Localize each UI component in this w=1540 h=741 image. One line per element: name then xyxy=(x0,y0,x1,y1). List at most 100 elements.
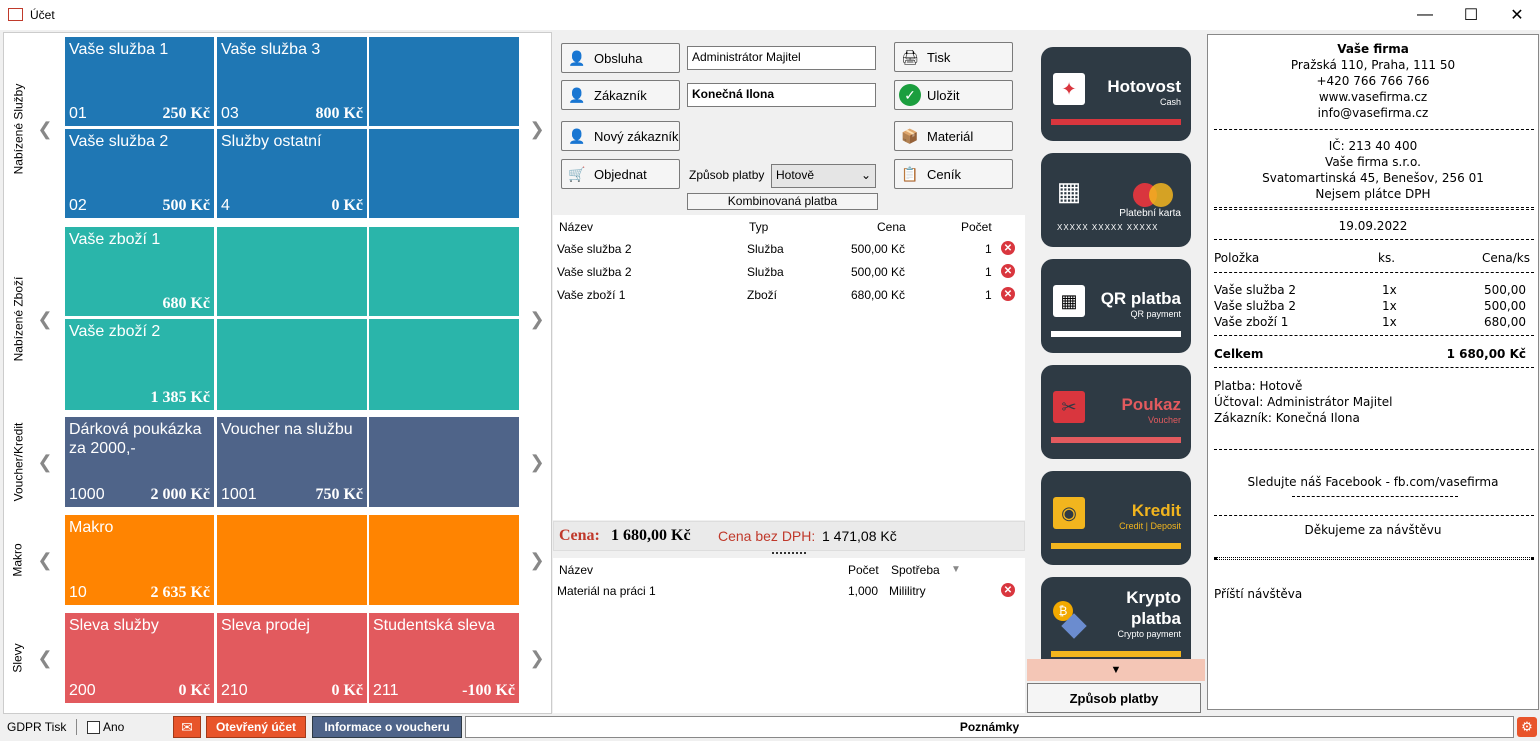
tile-student-discount[interactable]: Studentská sleva 211 -100 Kč xyxy=(369,613,519,703)
tile-service-3[interactable]: Vaše služba 3 03 800 Kč xyxy=(217,37,367,126)
chevron-down-icon: ⌄ xyxy=(860,168,871,182)
app-icon xyxy=(8,8,23,21)
payment-credit[interactable]: ◉ Kredit Credit | Deposit xyxy=(1041,471,1191,565)
receipt-total-label: Celkem xyxy=(1214,347,1264,361)
new-customer-label: Nový zákazník xyxy=(594,128,679,144)
pricelist-icon: 📋 xyxy=(901,165,919,182)
tile-service-1[interactable]: Vaše služba 1 01 250 Kč xyxy=(65,37,214,126)
receipt-col-qty: ks. xyxy=(1378,251,1396,265)
minimize-icon[interactable]: — xyxy=(1402,0,1448,30)
col-header-qty[interactable]: Počet xyxy=(961,220,992,234)
delete-icon[interactable]: ✕ xyxy=(1001,583,1015,597)
arrow-right-icon[interactable]: ❯ xyxy=(524,37,550,221)
email-icon[interactable]: ✉ xyxy=(173,716,201,738)
tile-name: Vaše služba 2 xyxy=(69,133,169,150)
gdpr-checkbox[interactable] xyxy=(87,721,100,734)
print-button-label: Tisk xyxy=(927,49,951,65)
tile-empty[interactable] xyxy=(369,129,519,218)
tile-empty[interactable] xyxy=(369,515,519,605)
add-user-icon: 👤 xyxy=(568,127,586,144)
arrow-left-icon[interactable]: ❮ xyxy=(32,515,58,605)
tile-empty[interactable] xyxy=(369,319,519,410)
payment-method-label: Způsob platby xyxy=(689,168,765,182)
accent-bar xyxy=(1051,437,1181,443)
customer-button[interactable]: 👤 Zákazník xyxy=(561,80,680,110)
tile-service-voucher[interactable]: Voucher na službu 1001 750 Kč xyxy=(217,417,367,507)
customer-field[interactable]: Konečná Ilona xyxy=(687,83,876,107)
col-header-price[interactable]: Cena xyxy=(877,220,906,234)
table-row[interactable]: Vaše zboží 1 Zboží 680,00 Kč 1 ✕ xyxy=(553,287,1025,309)
tile-empty[interactable] xyxy=(369,417,519,507)
payment-voucher[interactable]: ✂ Poukaz Voucher xyxy=(1041,365,1191,459)
staff-field[interactable]: Administrátor Majitel xyxy=(687,46,876,70)
order-button[interactable]: 🛒 Objednat xyxy=(561,159,680,189)
col-header-type[interactable]: Typ xyxy=(749,220,768,234)
tile-service-2[interactable]: Vaše služba 2 02 500 Kč xyxy=(65,129,214,218)
items-table: Název Typ Cena Počet Vaše služba 2 Služb… xyxy=(553,215,1025,520)
arrow-left-icon[interactable]: ❮ xyxy=(32,417,58,507)
new-customer-button[interactable]: 👤 Nový zákazník xyxy=(561,121,680,151)
receipt-preview: Vaše firma Pražská 110, Praha, 111 50 +4… xyxy=(1207,34,1539,710)
col-header-name[interactable]: Název xyxy=(559,563,593,577)
close-icon[interactable]: ✕ xyxy=(1494,0,1540,30)
save-button[interactable]: ✓ Uložit xyxy=(894,80,1013,110)
table-row[interactable]: Vaše služba 2 Služba 500,00 Kč 1 ✕ xyxy=(553,241,1025,263)
tile-name: Sleva služby xyxy=(69,617,159,634)
payment-label: Poukaz xyxy=(1121,395,1181,414)
tile-price: 250 Kč xyxy=(162,105,210,122)
gear-icon[interactable]: ⚙ xyxy=(1517,717,1537,737)
arrow-right-icon[interactable]: ❯ xyxy=(524,613,550,703)
sort-icon[interactable]: ▼ xyxy=(951,564,961,575)
scroll-down-icon[interactable]: ▼ xyxy=(1027,659,1205,681)
payment-crypto[interactable]: ₿ Krypto platba Crypto payment xyxy=(1041,577,1191,659)
table-row[interactable]: Vaše služba 2 Služba 500,00 Kč 1 ✕ xyxy=(553,264,1025,286)
tile-goods-2[interactable]: Vaše zboží 2 1 385 Kč xyxy=(65,319,214,410)
payment-cash[interactable]: ✦ Hotovost Cash xyxy=(1041,47,1191,141)
cart-icon: 🛒 xyxy=(568,165,586,182)
maximize-icon[interactable]: ☐ xyxy=(1448,0,1494,30)
tile-code: 211 xyxy=(373,682,399,699)
tile-gift-voucher[interactable]: Dárková poukázka za 2000,- 1000 2 000 Kč xyxy=(65,417,214,507)
voucher-info-button[interactable]: Informace o voucheru xyxy=(312,716,462,738)
delete-icon[interactable]: ✕ xyxy=(1001,287,1015,301)
splitter-handle[interactable] xyxy=(772,552,806,554)
accent-bar xyxy=(1051,119,1181,125)
tile-service-discount[interactable]: Sleva služby 200 0 Kč xyxy=(65,613,214,703)
tile-empty[interactable] xyxy=(217,319,367,410)
staff-button[interactable]: 👤 Obsluha xyxy=(561,43,680,73)
receipt-line-price: 680,00 xyxy=(1484,315,1526,329)
delete-icon[interactable]: ✕ xyxy=(1001,241,1015,255)
tile-code: 02 xyxy=(69,197,87,214)
tile-other-services[interactable]: Služby ostatní 4 0 Kč xyxy=(217,129,367,218)
payment-qr[interactable]: ▦ QR platba QR payment xyxy=(1041,259,1191,353)
arrow-left-icon[interactable]: ❮ xyxy=(32,613,58,703)
table-row[interactable]: Materiál na práci 1 1,000 Mililitry ✕ xyxy=(553,582,1025,604)
open-account-button[interactable]: Otevřený účet xyxy=(206,716,306,738)
delete-icon[interactable]: ✕ xyxy=(1001,264,1015,278)
tile-empty[interactable] xyxy=(369,227,519,316)
col-header-consumption[interactable]: Spotřeba xyxy=(891,563,940,577)
arrow-left-icon[interactable]: ❮ xyxy=(32,227,58,411)
save-button-label: Uložit xyxy=(927,87,960,103)
arrow-right-icon[interactable]: ❯ xyxy=(524,227,550,411)
notes-field[interactable]: Poznámky xyxy=(465,716,1514,738)
print-button[interactable]: 🖨 Tisk xyxy=(894,42,1013,72)
combined-payment-button[interactable]: Kombinovaná platba xyxy=(687,193,878,210)
arrow-right-icon[interactable]: ❯ xyxy=(524,417,550,507)
arrow-left-icon[interactable]: ❮ xyxy=(32,37,58,221)
tile-empty[interactable] xyxy=(217,227,367,316)
arrow-right-icon[interactable]: ❯ xyxy=(524,515,550,605)
pricelist-button[interactable]: 📋 Ceník xyxy=(894,159,1013,189)
col-header-name[interactable]: Název xyxy=(559,220,593,234)
col-header-qty[interactable]: Počet xyxy=(848,563,879,577)
payment-card[interactable]: ▦ Platební karta XXXXX XXXXX XXXXX xyxy=(1041,153,1191,247)
cell-qty: 1 xyxy=(985,242,992,256)
payment-method-select[interactable]: Hotově ⌄ xyxy=(771,164,876,188)
material-button[interactable]: 📦 Materiál xyxy=(894,121,1013,151)
tile-goods-1[interactable]: Vaše zboží 1 680 Kč xyxy=(65,227,214,316)
tile-makro[interactable]: Makro 10 2 635 Kč xyxy=(65,515,214,605)
payment-method-button[interactable]: Způsob platby xyxy=(1027,683,1201,713)
tile-empty[interactable] xyxy=(369,37,519,126)
tile-sale-discount[interactable]: Sleva prodej 210 0 Kč xyxy=(217,613,367,703)
tile-empty[interactable] xyxy=(217,515,367,605)
